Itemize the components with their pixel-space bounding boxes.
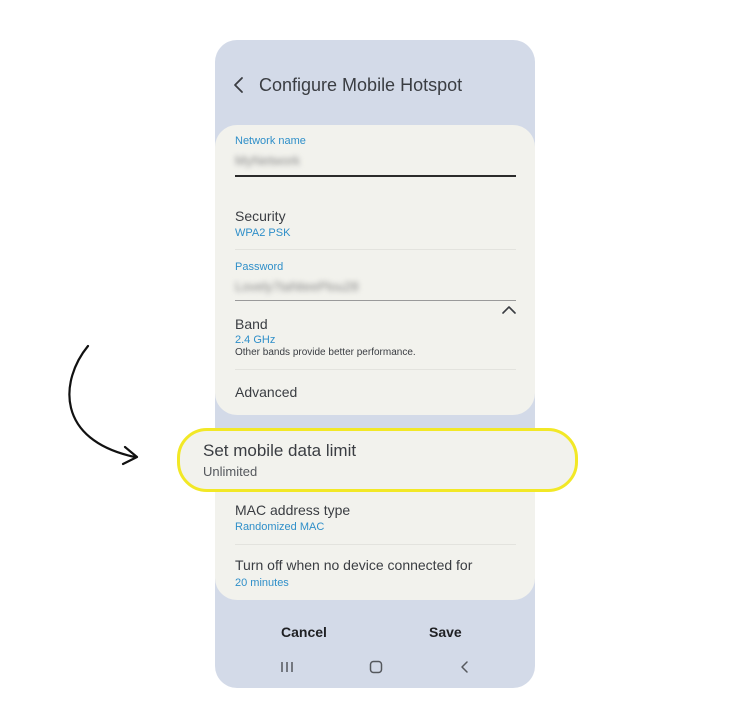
band-note: Other bands provide better performance. [235,347,416,358]
chevron-left-icon[interactable] [229,70,251,100]
chevron-up-icon[interactable] [499,302,519,316]
security-value: WPA2 PSK [235,227,291,239]
band-value: 2.4 GHz [235,334,276,346]
password-underline [235,300,516,301]
recents-icon[interactable] [279,659,295,675]
save-button[interactable]: Save [429,624,462,640]
divider [235,369,516,370]
network-name-input[interactable]: MyNetwork [235,153,300,168]
back-icon[interactable] [457,659,473,675]
home-icon[interactable] [368,659,384,675]
timeout-title[interactable]: Turn off when no device connected for [235,557,472,573]
mobile-data-limit-row[interactable]: Set mobile data limit Unlimited [177,428,578,492]
mac-address-value: Randomized MAC [235,521,325,533]
mobile-data-limit-title: Set mobile data limit [203,441,357,460]
annotation-arrow [68,344,139,466]
band-title[interactable]: Band [235,316,268,332]
header: Configure Mobile Hotspot [215,70,535,102]
settings-card: Network name MyNetwork Security WPA2 PSK… [215,125,535,415]
mac-address-title[interactable]: MAC address type [235,502,350,518]
cancel-button[interactable]: Cancel [281,624,327,640]
network-name-label: Network name [235,135,306,147]
advanced-title[interactable]: Advanced [235,384,297,400]
divider [235,249,516,250]
mobile-data-limit-value: Unlimited [203,464,258,479]
page-title: Configure Mobile Hotspot [259,75,463,95]
divider [235,544,516,545]
network-name-underline [235,175,516,177]
timeout-value: 20 minutes [235,577,289,589]
password-label: Password [235,261,284,273]
security-title[interactable]: Security [235,208,286,224]
password-input[interactable]: Lovely7taNteePlou28 [235,279,359,294]
phone-screen: Configure Mobile Hotspot Network name My… [215,40,535,688]
